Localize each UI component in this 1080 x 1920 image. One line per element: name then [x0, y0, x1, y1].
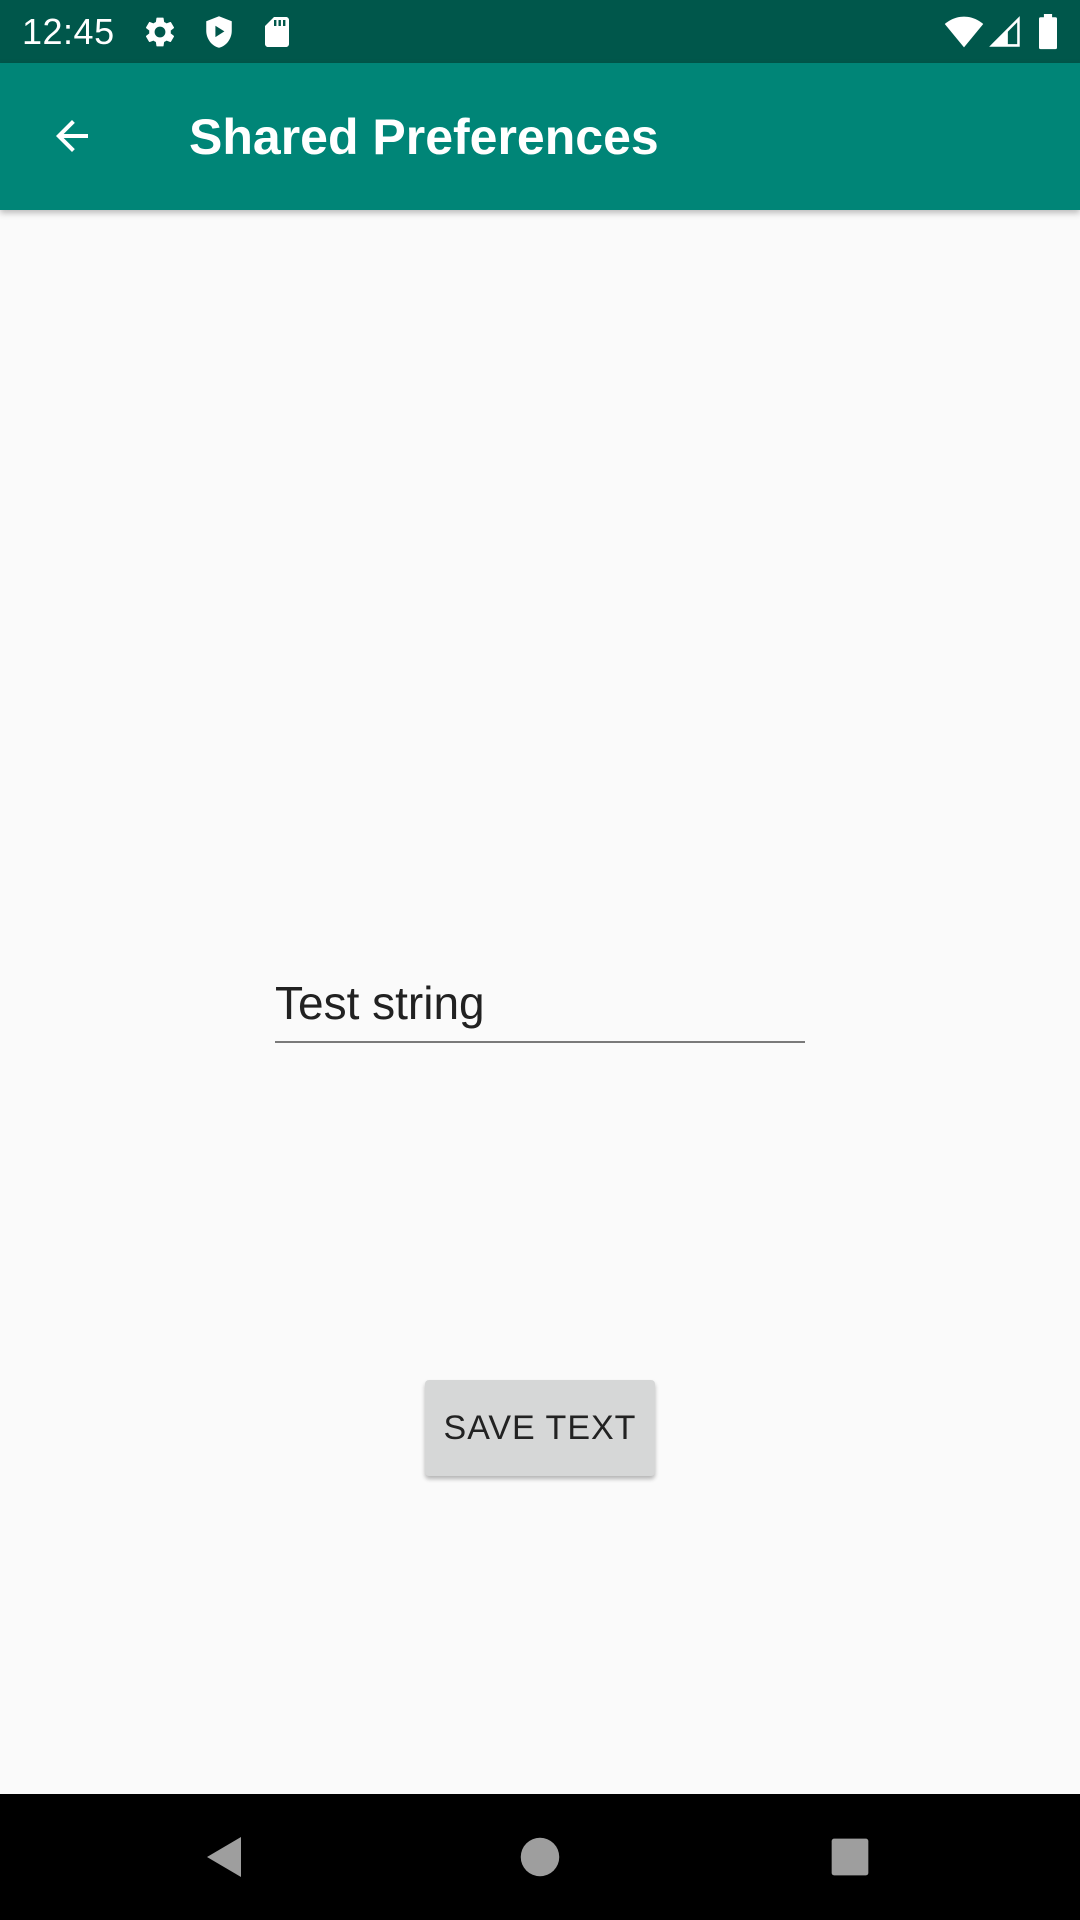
- sd-card-icon: [259, 14, 295, 50]
- text-input[interactable]: [275, 965, 805, 1043]
- recents-square-icon: [831, 1838, 869, 1876]
- shield-play-icon: [201, 14, 237, 50]
- arrow-back-icon: [56, 120, 88, 152]
- cell-signal-icon: [988, 14, 1024, 50]
- status-time: 12:45: [22, 11, 115, 52]
- nav-back-button[interactable]: [192, 1824, 258, 1890]
- page-title: Shared Preferences: [189, 109, 659, 165]
- navigation-bar: [0, 1794, 1080, 1920]
- back-triangle-icon: [207, 1837, 241, 1877]
- wifi-icon: [944, 14, 984, 50]
- nav-home-button[interactable]: [507, 1824, 573, 1890]
- battery-icon: [1037, 14, 1061, 50]
- home-circle-icon: [520, 1837, 560, 1877]
- back-button[interactable]: [32, 96, 112, 176]
- save-text-button[interactable]: SAVE TEXT: [425, 1380, 655, 1476]
- app-bar: Shared Preferences: [0, 63, 1080, 210]
- status-bar: 12:45: [0, 0, 1080, 63]
- nav-recents-button[interactable]: [817, 1824, 883, 1890]
- gear-icon: [142, 14, 178, 50]
